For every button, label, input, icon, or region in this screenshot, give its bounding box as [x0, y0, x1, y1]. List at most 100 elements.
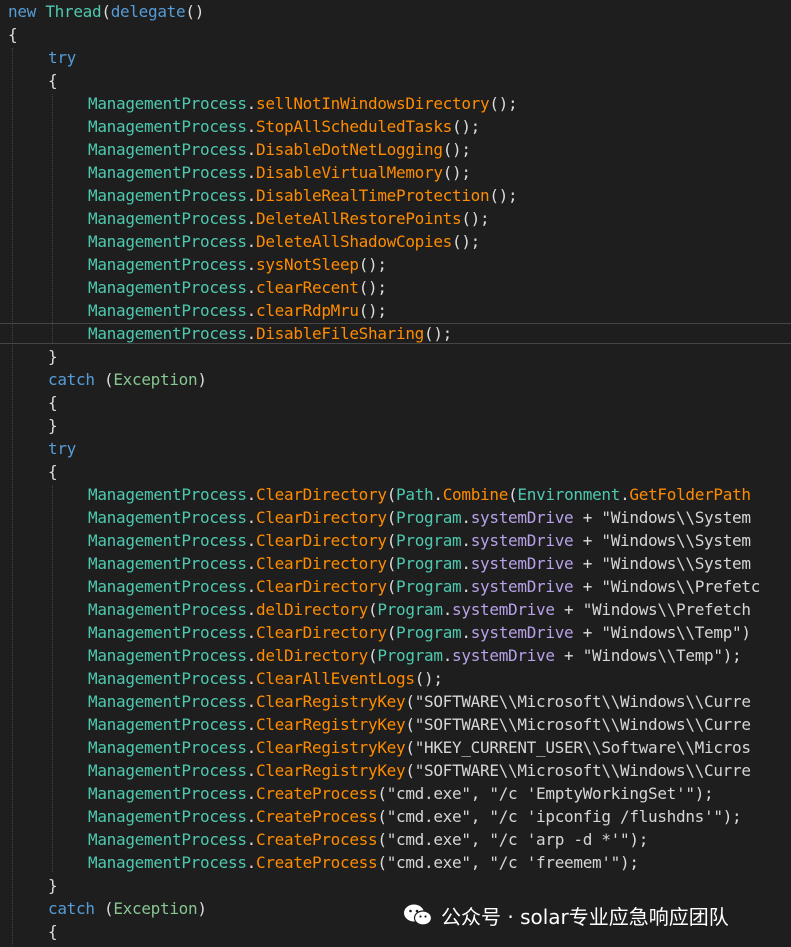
code-token-punct: ();: [358, 301, 387, 320]
code-line[interactable]: ManagementProcess.delDirectory(Program.s…: [0, 598, 791, 621]
code-token-punct: .: [246, 646, 257, 665]
code-token-punct: +: [573, 623, 602, 642]
code-token-field: systemDrive: [452, 600, 555, 619]
code-token-punct: .: [246, 531, 257, 550]
code-line[interactable]: ManagementProcess.CreateProcess("cmd.exe…: [0, 851, 791, 874]
code-line[interactable]: ManagementProcess.DeleteAllRestorePoints…: [0, 207, 791, 230]
code-token-punct: .: [246, 715, 257, 734]
code-line[interactable]: ManagementProcess.CreateProcess("cmd.exe…: [0, 782, 791, 805]
code-token-class: ManagementProcess: [88, 324, 247, 343]
code-token-punct: (: [386, 554, 397, 573]
code-line[interactable]: ManagementProcess.DisableDotNetLogging()…: [0, 138, 791, 161]
code-line[interactable]: ManagementProcess.CreateProcess("cmd.exe…: [0, 805, 791, 828]
code-token-punct: .: [246, 163, 257, 182]
code-token-method: CreateProcess: [256, 784, 378, 803]
code-token-punct: .: [246, 853, 257, 872]
code-line[interactable]: }: [0, 345, 791, 368]
code-line[interactable]: new Thread(delegate(): [0, 0, 791, 23]
code-token-punct: {: [48, 393, 58, 412]
code-token-method: CreateProcess: [256, 830, 378, 849]
code-token-class: ManagementProcess: [88, 508, 247, 527]
code-token-punct: .: [442, 600, 453, 619]
code-line[interactable]: ManagementProcess.delDirectory(Program.s…: [0, 644, 791, 667]
code-token-method: Combine: [442, 485, 509, 504]
code-line[interactable]: ManagementProcess.sellNotInWindowsDirect…: [0, 92, 791, 115]
code-token-punct: {: [48, 462, 58, 481]
code-line[interactable]: ManagementProcess.clearRdpMru();: [0, 299, 791, 322]
code-line[interactable]: ManagementProcess.DisableRealTimeProtect…: [0, 184, 791, 207]
code-token-class: Program: [377, 646, 443, 665]
code-line[interactable]: }: [0, 874, 791, 897]
code-token-punct: {: [48, 71, 58, 90]
code-token-punct: (: [405, 761, 415, 780]
code-token-class: ManagementProcess: [88, 94, 247, 113]
code-token-class: Program: [396, 531, 462, 550]
code-line[interactable]: catch (Exception): [0, 368, 791, 391]
code-line[interactable]: ManagementProcess.DeleteAllShadowCopies(…: [0, 230, 791, 253]
code-token-class: ManagementProcess: [88, 646, 247, 665]
code-line[interactable]: {: [0, 23, 791, 46]
code-token-punct: +: [573, 577, 602, 596]
code-token-string: "cmd.exe": [386, 784, 471, 803]
code-line[interactable]: try: [0, 46, 791, 69]
code-line[interactable]: ManagementProcess.CreateProcess("cmd.exe…: [0, 828, 791, 851]
code-line[interactable]: ManagementProcess.ClearDirectory(Program…: [0, 575, 791, 598]
code-token-punct: ,: [470, 853, 490, 872]
code-line[interactable]: ManagementProcess.ClearDirectory(Path.Co…: [0, 483, 791, 506]
code-line[interactable]: ManagementProcess.ClearRegistryKey("SOFT…: [0, 759, 791, 782]
code-line[interactable]: ManagementProcess.ClearDirectory(Program…: [0, 506, 791, 529]
watermark: 公众号 · solar专业应急响应团队: [403, 900, 729, 930]
code-line[interactable]: ManagementProcess.ClearDirectory(Program…: [0, 552, 791, 575]
code-token-string: "Windows\\System: [601, 554, 751, 573]
code-token-keyword: catch: [48, 370, 95, 389]
code-editor[interactable]: new Thread(delegate(){try{ManagementProc…: [0, 0, 791, 947]
code-line[interactable]: {: [0, 391, 791, 414]
code-line[interactable]: ManagementProcess.ClearDirectory(Program…: [0, 529, 791, 552]
wechat-icon: [403, 903, 433, 927]
code-token-class: ManagementProcess: [88, 117, 247, 136]
code-line[interactable]: ManagementProcess.sysNotSleep();: [0, 253, 791, 276]
code-line[interactable]: ManagementProcess.ClearRegistryKey("SOFT…: [0, 690, 791, 713]
code-line[interactable]: {: [0, 69, 791, 92]
code-token-punct: ();: [424, 324, 453, 343]
code-line[interactable]: ManagementProcess.StopAllScheduledTasks(…: [0, 115, 791, 138]
code-token-punct: .: [246, 278, 257, 297]
code-line[interactable]: {: [0, 460, 791, 483]
code-token-punct: ();: [461, 209, 490, 228]
code-token-punct: (: [101, 2, 111, 21]
code-token-class: ManagementProcess: [88, 301, 247, 320]
code-token-method: ClearAllEventLogs: [256, 669, 415, 688]
code-token-class: Environment: [517, 485, 621, 504]
code-token-string: "/c 'freemem'": [489, 853, 621, 872]
code-token-string: "SOFTWARE\\Microsoft\\Windows\\Curre: [414, 761, 751, 780]
code-token-string: "cmd.exe": [386, 807, 471, 826]
code-line[interactable]: ManagementProcess.ClearDirectory(Program…: [0, 621, 791, 644]
code-line[interactable]: ManagementProcess.DisableVirtualMemory()…: [0, 161, 791, 184]
code-token-string: "/c 'arp -d *'": [489, 830, 630, 849]
code-line[interactable]: ManagementProcess.ClearRegistryKey("HKEY…: [0, 736, 791, 759]
code-line[interactable]: ManagementProcess.clearRecent();: [0, 276, 791, 299]
code-token-method: clearRecent: [256, 278, 359, 297]
code-line[interactable]: ManagementProcess.DisableFileSharing();: [0, 322, 791, 345]
code-token-punct: ();: [452, 117, 481, 136]
code-line[interactable]: }: [0, 414, 791, 437]
code-line[interactable]: try: [0, 437, 791, 460]
code-line[interactable]: }: [0, 943, 791, 947]
code-token-punct: }: [48, 416, 58, 435]
code-token-string: "SOFTWARE\\Microsoft\\Windows\\Curre: [414, 692, 751, 711]
code-token-class: ManagementProcess: [88, 140, 247, 159]
code-token-punct: ): [197, 899, 207, 918]
code-token-string: "HKEY_CURRENT_USER\\Software\\Micros: [414, 738, 751, 757]
code-line[interactable]: ManagementProcess.ClearRegistryKey("SOFT…: [0, 713, 791, 736]
code-token-class: ManagementProcess: [88, 186, 247, 205]
code-token-punct: (: [94, 899, 114, 918]
code-token-punct: );: [722, 807, 742, 826]
code-line[interactable]: ManagementProcess.ClearAllEventLogs();: [0, 667, 791, 690]
code-token-punct: ();: [414, 669, 443, 688]
code-token-punct: ();: [489, 186, 518, 205]
code-token-field: systemDrive: [470, 508, 574, 527]
code-token-method: ClearDirectory: [256, 623, 387, 642]
code-token-field: systemDrive: [470, 577, 574, 596]
code-token-method: ClearDirectory: [256, 554, 387, 573]
code-token-punct: .: [246, 600, 257, 619]
